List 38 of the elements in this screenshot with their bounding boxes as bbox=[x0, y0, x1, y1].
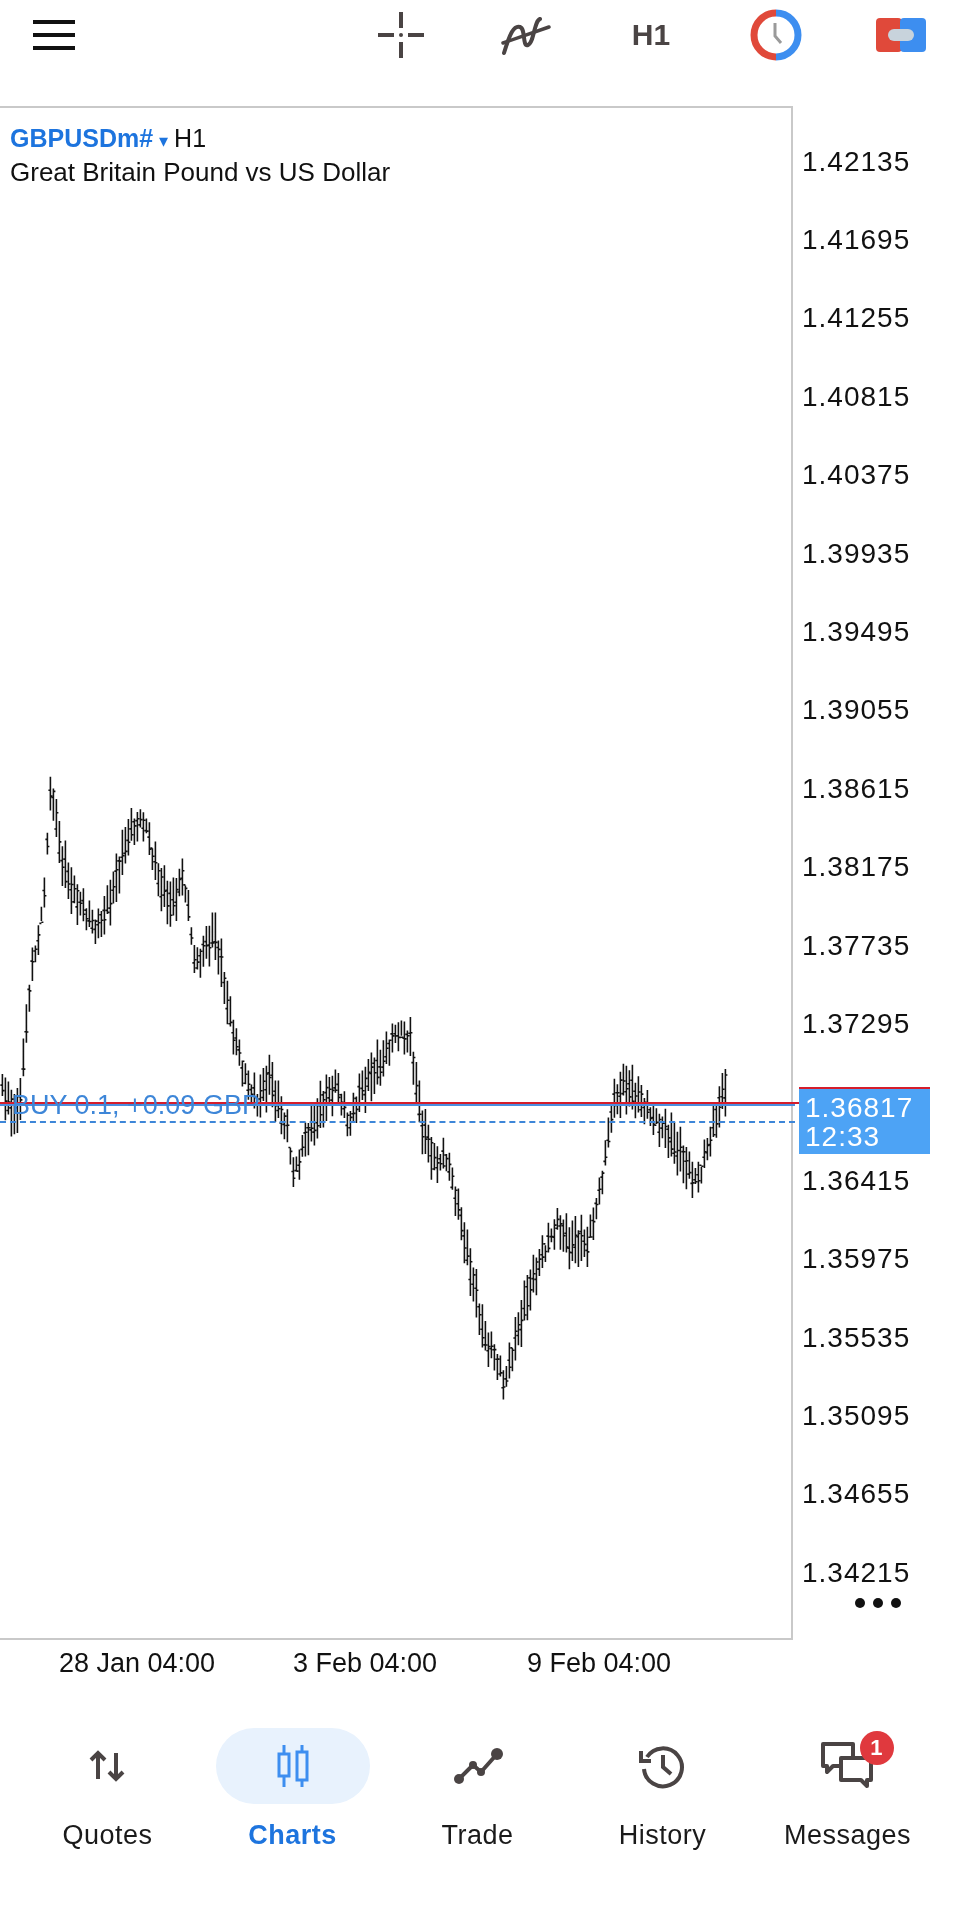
time-axis-label: 3 Feb 04:00 bbox=[293, 1648, 438, 1679]
price-axis-label: 1.37735 bbox=[802, 929, 911, 962]
price-axis-label: 1.39495 bbox=[802, 616, 911, 648]
price-axis-label: 1.41695 bbox=[802, 224, 911, 256]
dropdown-arrow[interactable]: ▾ bbox=[159, 130, 169, 152]
crosshair-icon bbox=[376, 10, 426, 60]
price-axis-label: 1.39935 bbox=[802, 537, 911, 570]
clock-icon bbox=[750, 9, 802, 61]
price-axis-label: 1.41255 bbox=[802, 302, 911, 335]
chart-timeframe: H1 bbox=[174, 124, 207, 153]
price-axis-label: 1.35975 bbox=[802, 1243, 911, 1276]
price-axis-label: 1.35535 bbox=[802, 1321, 911, 1354]
price-axis-label: 1.40375 bbox=[802, 459, 911, 492]
menu-icon bbox=[31, 19, 77, 51]
nav-tab[interactable]: 1 Messages bbox=[755, 1728, 940, 1851]
time-axis-label: 28 Jan 04:00 bbox=[59, 1648, 216, 1679]
price-axis-label: 1.37295 bbox=[802, 1008, 911, 1040]
nav-tab[interactable]: Quotes bbox=[15, 1728, 200, 1851]
price-axis-label: 1.40815 bbox=[802, 380, 911, 413]
price-axis-label: 1.38615 bbox=[802, 772, 911, 805]
price-axis-label: 1.38175 bbox=[802, 851, 911, 884]
price-axis-label: 1.39055 bbox=[802, 694, 911, 727]
bar-countdown: 12:33 bbox=[805, 1122, 882, 1151]
nav-tab[interactable]: Trade bbox=[385, 1728, 570, 1851]
price-axis-label: 1.34655 bbox=[802, 1478, 911, 1511]
unread-badge: 1 bbox=[859, 1731, 894, 1765]
price-axis-label: 1.36415 bbox=[802, 1164, 911, 1197]
current-price: 1.36817 bbox=[805, 1093, 915, 1122]
time-axis-label: 9 Feb 04:00 bbox=[527, 1648, 672, 1679]
price-axis-label: 1.35095 bbox=[802, 1400, 911, 1432]
price-axis-label: 1.42135 bbox=[802, 145, 911, 178]
symbol-name[interactable]: GBPUSDm# bbox=[10, 124, 154, 153]
symbol-description: Great Britain Pound vs US Dollar bbox=[10, 157, 391, 188]
nav-tab[interactable]: History bbox=[570, 1728, 755, 1851]
timeframe-button[interactable]: H1 bbox=[621, 7, 681, 63]
more-icon[interactable] bbox=[854, 1597, 902, 1609]
line-chart-icon bbox=[451, 1746, 504, 1786]
price-axis-label: 1.34215 bbox=[802, 1556, 911, 1589]
